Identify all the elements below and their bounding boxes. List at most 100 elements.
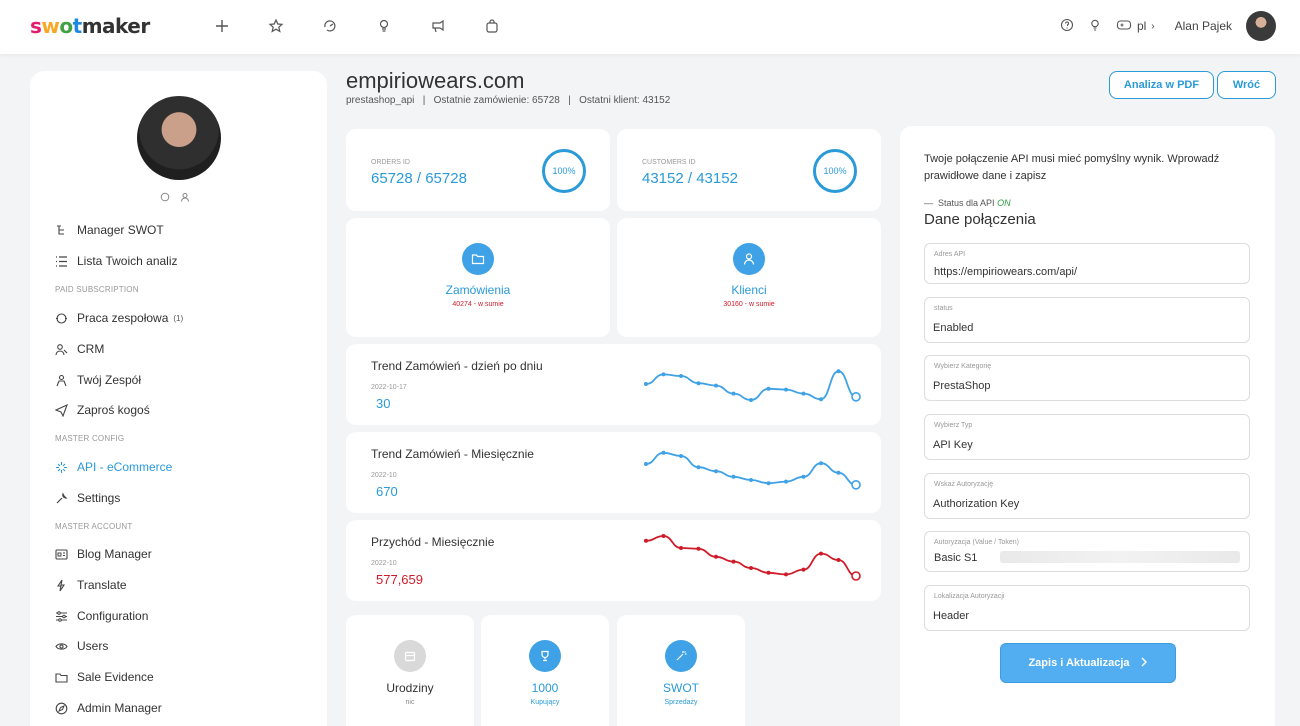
- tile-urodziny[interactable]: Urodziny nic: [346, 615, 474, 726]
- clients-summary-title: Klienci: [731, 283, 767, 297]
- sparkline-point: [851, 391, 861, 402]
- top-bar: swotmaker pl › Alan Pajek: [0, 0, 1300, 54]
- tile-swot[interactable]: SWOT Sprzedaży: [617, 615, 745, 726]
- sparkline-point: [661, 372, 666, 377]
- trend-title: Przychód - Miesięcznie: [371, 535, 495, 549]
- api-status: — Status dla API ON: [924, 198, 1011, 208]
- sparkline-point: [851, 571, 861, 581]
- sparkline-point: [696, 546, 701, 551]
- magic-wand-icon: [665, 640, 697, 672]
- shield-icon[interactable]: [160, 189, 170, 207]
- clients-summary-card[interactable]: Klienci 30160 - w sumie: [617, 218, 881, 337]
- compass-icon: [54, 701, 68, 715]
- sidebar-item-crm[interactable]: CRM: [54, 342, 104, 356]
- tile-kupujacy[interactable]: 1000 Kupujący: [481, 615, 609, 726]
- orders-summary-card[interactable]: Zamówienia 40274 - w sumie: [346, 218, 610, 337]
- status-select[interactable]: status Enabled: [924, 297, 1250, 343]
- tile-title: 1000: [531, 681, 559, 695]
- trend-value: 670: [376, 484, 398, 499]
- trend-card-daily: Trend Zamówień - dzień po dniu 2022-10-1…: [346, 344, 881, 425]
- user-icon[interactable]: [180, 189, 190, 207]
- sidebar-item-manager-swot[interactable]: Manager SWOT: [54, 223, 164, 237]
- orders-summary-total: 40274 - w sumie: [452, 301, 504, 308]
- sidebar-section-account: Master Account: [55, 522, 133, 531]
- sidebar-item-sale-evidence[interactable]: Sale Evidence: [54, 670, 154, 684]
- trend-sparkline-monthly: [644, 450, 861, 490]
- tile-sub: Sprzedaży: [664, 699, 698, 706]
- back-button[interactable]: Wróć: [1217, 71, 1276, 99]
- top-nav-icons: [210, 14, 504, 38]
- tile-sub: Kupujący: [530, 699, 560, 706]
- sparkline-point: [696, 465, 701, 470]
- sparkline-point: [714, 469, 718, 474]
- sparkline-point: [784, 479, 788, 484]
- clients-summary-total: 30160 - w sumie: [723, 301, 775, 308]
- folder-icon: [462, 243, 494, 275]
- customers-stat-card: Customers ID 43152 / 43152 100%: [617, 129, 881, 211]
- help-icon[interactable]: [1060, 18, 1074, 35]
- wrench-icon: [54, 491, 68, 505]
- logo[interactable]: swotmaker: [30, 14, 150, 38]
- page-meta: prestashop_api | Ostatnie zamówienie: 65…: [346, 95, 671, 106]
- sparkline-point: [644, 382, 648, 386]
- sidebar-item-praca-zespolowa[interactable]: Praca zespołowa (1): [54, 311, 183, 325]
- sparkline-point: [679, 374, 683, 378]
- sparkline-point: [714, 554, 718, 559]
- idea-icon[interactable]: [1088, 18, 1102, 35]
- api-address-field[interactable]: Adres API https://empiriowears.com/api/: [924, 243, 1250, 284]
- pdf-analysis-button[interactable]: Analiza w PDF: [1109, 71, 1214, 99]
- trend-date: 2022-10-17: [371, 384, 407, 391]
- sparkline-point: [696, 381, 701, 386]
- save-update-button[interactable]: Zapis i Aktualizacja: [1000, 643, 1176, 683]
- orders-stat-label: Orders ID: [371, 159, 410, 166]
- folder-icon: [54, 670, 68, 684]
- orders-summary-title: Zamówienia: [445, 283, 511, 297]
- sparkline-point: [851, 479, 861, 490]
- sparkline-point: [801, 567, 806, 572]
- user-name[interactable]: Alan Pajek: [1175, 19, 1232, 33]
- sparkline-point: [819, 397, 823, 402]
- sparkline-point: [784, 572, 788, 577]
- sparkline-point: [749, 478, 753, 482]
- refresh-icon[interactable]: [318, 14, 342, 38]
- calendar-icon: [394, 640, 426, 672]
- avatar[interactable]: [1246, 11, 1276, 41]
- language-selector[interactable]: pl ›: [1116, 18, 1155, 35]
- sidebar-item-lista-analiz[interactable]: Lista Twoich analiz: [54, 254, 178, 268]
- profile-actions: [160, 189, 190, 207]
- sidebar-item-settings[interactable]: Settings: [54, 491, 120, 505]
- sparkline-point: [836, 369, 841, 374]
- sidebar-item-admin-manager[interactable]: Admin Manager: [54, 701, 162, 715]
- orders-progress-ring: 100%: [542, 149, 586, 193]
- sidebar-item-api-ecommerce[interactable]: API - eCommerce: [54, 460, 172, 474]
- sparkline-point: [644, 462, 648, 466]
- sidebar-item-translate[interactable]: Translate: [54, 578, 127, 592]
- sparkline-point: [714, 383, 718, 388]
- users-group-icon: [54, 373, 68, 387]
- customers-stat-value: 43152 / 43152: [642, 170, 738, 187]
- sidebar: Manager SWOT Lista Twoich analiz Paid Su…: [30, 71, 327, 726]
- plus-icon[interactable]: [210, 14, 234, 38]
- trend-card-monthly: Trend Zamówień - Miesięcznie 2022-10 670: [346, 432, 881, 513]
- sidebar-item-blog-manager[interactable]: Blog Manager: [54, 547, 152, 561]
- sparkline-point: [766, 481, 771, 486]
- chevron-right-icon: [1140, 657, 1148, 670]
- category-select[interactable]: Wybierz Kategorię PrestaShop: [924, 355, 1250, 401]
- authorization-select[interactable]: Wskaż Autoryzację Authorization Key: [924, 473, 1250, 519]
- star-icon[interactable]: [264, 14, 288, 38]
- authorization-location-select[interactable]: Lokalizacja Autoryzacji Header: [924, 585, 1250, 631]
- shopping-bag-icon[interactable]: [480, 14, 504, 38]
- type-select[interactable]: Wybierz Typ API Key: [924, 414, 1250, 460]
- sidebar-item-zapros[interactable]: Zaproś kogoś: [54, 403, 150, 417]
- trend-sparkline-daily: [644, 369, 861, 402]
- bulb-icon[interactable]: [372, 14, 396, 38]
- sidebar-item-users[interactable]: Users: [54, 639, 108, 653]
- profile-avatar[interactable]: [137, 96, 221, 180]
- crm-icon: [54, 342, 68, 356]
- megaphone-icon[interactable]: [426, 14, 450, 38]
- sidebar-item-twoj-zespol[interactable]: Twój Zespół: [54, 373, 141, 387]
- chevron-right-icon: ›: [1151, 20, 1155, 32]
- sidebar-item-configuration[interactable]: Configuration: [54, 609, 148, 623]
- authorization-token-field[interactable]: Autoryzacja (Value / Token) Basic S1: [924, 531, 1250, 572]
- sidebar-section-paid: Paid Subscription: [55, 285, 139, 294]
